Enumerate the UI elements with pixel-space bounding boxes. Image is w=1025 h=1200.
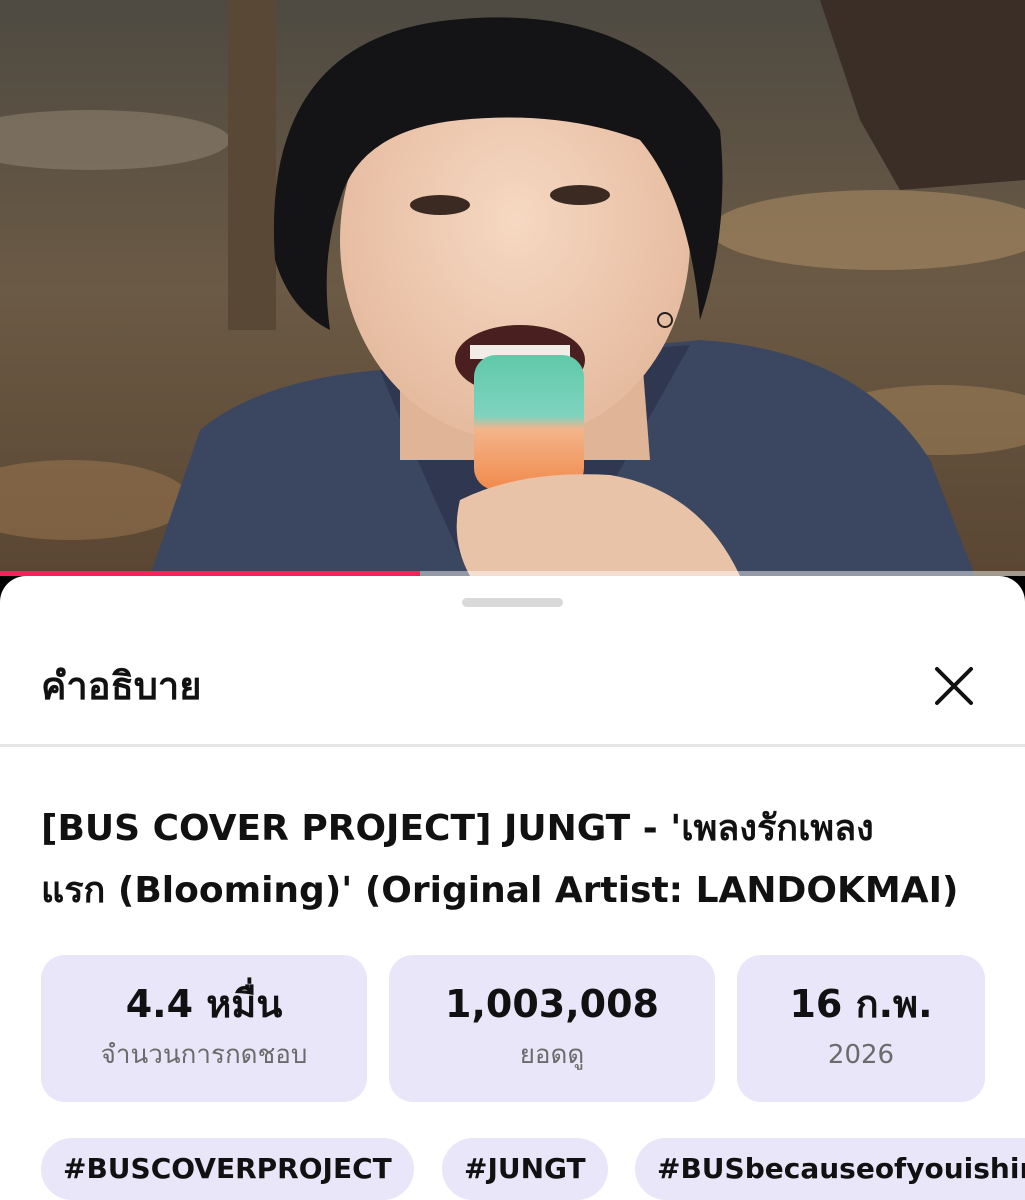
- hashtag-chip[interactable]: #BUSCOVERPROJECT: [41, 1138, 414, 1200]
- stat-value: 16 ก.พ.: [789, 982, 933, 1026]
- sheet-drag-handle[interactable]: [462, 598, 563, 607]
- header-divider: [0, 744, 1025, 747]
- close-button[interactable]: [924, 656, 984, 716]
- video-title-line: [BUS COVER PROJECT] JUNGT - 'เพลงรักเพลง: [41, 808, 874, 849]
- stat-views: 1,003,008 ยอดดู: [389, 955, 715, 1102]
- description-sheet: คำอธิบาย [BUS COVER PROJECT] JUNGT - 'เพ…: [0, 576, 1025, 1200]
- video-title-line: แรก (Blooming)' (Original Artist: LANDOK…: [41, 870, 959, 911]
- stat-value: 4.4 หมื่น: [125, 982, 283, 1026]
- hashtag-list: #BUSCOVERPROJECT #JUNGT #BUSbecauseofyou…: [41, 1138, 1025, 1200]
- stat-date: 16 ก.พ. 2026: [737, 955, 985, 1102]
- video-description-screen: คำอธิบาย [BUS COVER PROJECT] JUNGT - 'เพ…: [0, 0, 1025, 1200]
- video-stats: 4.4 หมื่น จำนวนการกดชอบ 1,003,008 ยอดดู …: [41, 955, 985, 1102]
- hashtag-chip[interactable]: #JUNGT: [442, 1138, 608, 1200]
- stat-label: ยอดดู: [519, 1040, 585, 1070]
- hashtag-chip[interactable]: #BUSbecauseofyouishin: [635, 1138, 1025, 1200]
- video-frame-image: [0, 0, 1025, 576]
- stat-likes: 4.4 หมื่น จำนวนการกดชอบ: [41, 955, 367, 1102]
- sheet-title: คำอธิบาย: [41, 664, 202, 708]
- stat-label: จำนวนการกดชอบ: [100, 1040, 308, 1070]
- video-title: [BUS COVER PROJECT] JUNGT - 'เพลงรักเพลง…: [41, 798, 991, 922]
- stat-value: 1,003,008: [445, 982, 659, 1026]
- close-icon: [935, 667, 973, 705]
- stat-label: 2026: [827, 1040, 895, 1070]
- video-player[interactable]: [0, 0, 1025, 576]
